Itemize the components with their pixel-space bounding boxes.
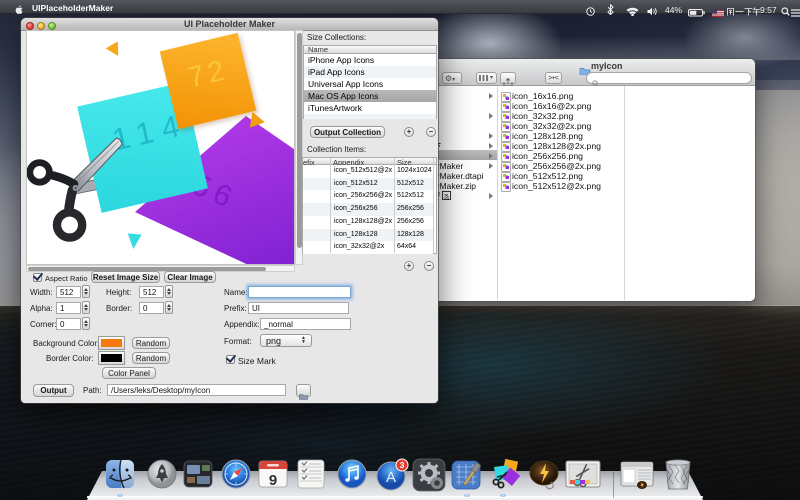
svg-text:A: A bbox=[386, 469, 396, 486]
svg-text:3: 3 bbox=[400, 460, 405, 470]
svg-text:9: 9 bbox=[269, 472, 277, 489]
